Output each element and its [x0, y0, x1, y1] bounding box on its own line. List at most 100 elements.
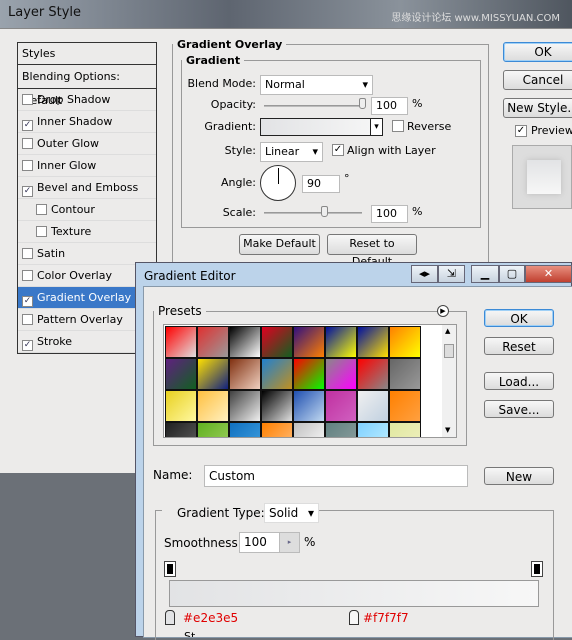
preset-swatch[interactable] [261, 358, 293, 390]
preview-label: Preview [531, 124, 572, 137]
preset-swatch[interactable] [325, 326, 357, 358]
smoothness-arrow-icon[interactable]: ▸ [279, 533, 299, 552]
minimize-button[interactable]: ▁ [471, 265, 499, 283]
opacity-stop-left[interactable] [164, 561, 176, 577]
style-item-texture[interactable]: Texture [18, 221, 156, 243]
ge-ok-button[interactable]: OK [484, 309, 554, 327]
close-button[interactable]: ✕ [525, 265, 572, 283]
style-item-contour[interactable]: Contour [18, 199, 156, 221]
scale-slider[interactable] [264, 212, 362, 214]
style-checkbox[interactable] [22, 248, 33, 259]
style-checkbox[interactable] [22, 138, 33, 149]
style-checkbox[interactable] [22, 94, 33, 105]
preset-swatch[interactable] [229, 422, 261, 437]
scale-input[interactable]: 100 [371, 205, 408, 223]
preset-swatch[interactable] [325, 358, 357, 390]
style-checkbox[interactable] [36, 204, 47, 215]
preset-swatch[interactable] [197, 326, 229, 358]
ge-reset-button[interactable]: Reset [484, 337, 554, 355]
preview-checkbox[interactable]: ✓ [515, 125, 527, 137]
opacity-input[interactable]: 100 [371, 97, 408, 115]
scale-slider-thumb[interactable] [321, 206, 328, 217]
gradient-picker[interactable]: ▾ [260, 118, 383, 136]
style-checkbox[interactable]: ✓ [22, 120, 33, 131]
blending-options[interactable]: Blending Options: Default [18, 65, 156, 107]
angle-dial[interactable] [260, 165, 296, 201]
preset-swatch[interactable] [389, 326, 421, 358]
angle-input[interactable]: 90 [302, 175, 340, 193]
maximize-button[interactable]: ▢ [499, 265, 525, 283]
new-button[interactable]: New [484, 467, 554, 485]
scroll-up-icon[interactable]: ▲ [445, 327, 450, 335]
preset-swatch[interactable] [197, 390, 229, 422]
presets-menu-icon[interactable]: ▶ [437, 305, 449, 317]
styles-header[interactable]: Styles [18, 43, 156, 65]
color-stop-mid[interactable] [349, 610, 359, 625]
preset-swatch[interactable] [165, 422, 197, 437]
presets-scrollbar[interactable]: ▲ ▼ [442, 325, 456, 437]
scroll-down-icon[interactable]: ▼ [445, 426, 450, 434]
dropdown-arrow-icon[interactable]: ▾ [370, 119, 382, 135]
ge-save-button[interactable]: Save... [484, 400, 554, 418]
preset-swatch[interactable] [389, 422, 421, 437]
reverse-checkbox[interactable] [392, 120, 404, 132]
style-checkbox[interactable] [36, 226, 47, 237]
preset-swatch[interactable] [261, 326, 293, 358]
preset-swatch[interactable] [389, 390, 421, 422]
style-checkbox[interactable] [22, 270, 33, 281]
color-stop-left[interactable] [165, 610, 175, 625]
opacity-slider[interactable] [264, 105, 364, 107]
opacity-stop-right[interactable] [531, 561, 543, 577]
preset-swatch[interactable] [325, 390, 357, 422]
preset-swatch[interactable] [325, 422, 357, 437]
name-input[interactable]: Custom [204, 465, 468, 487]
gradient-type-select[interactable]: Solid ▾ [264, 503, 319, 523]
align-checkbox[interactable]: ✓ [332, 144, 344, 156]
style-checkbox[interactable]: ✓ [22, 186, 33, 197]
preset-swatch[interactable] [261, 390, 293, 422]
move-icon[interactable]: ◂▸ [411, 265, 438, 283]
preset-swatch[interactable] [293, 358, 325, 390]
scroll-thumb[interactable] [444, 344, 454, 358]
preset-swatch[interactable] [165, 358, 197, 390]
ok-button[interactable]: OK [503, 42, 572, 62]
style-select[interactable]: Linear ▾ [260, 142, 323, 162]
exit-icon[interactable]: ⇲ [438, 265, 465, 283]
style-item-inner-shadow[interactable]: ✓ Inner Shadow [18, 111, 156, 133]
opacity-slider-thumb[interactable] [359, 98, 366, 109]
smoothness-input[interactable]: 100 ▸ [239, 532, 300, 553]
gradient-bar[interactable] [169, 580, 539, 607]
preset-swatch[interactable] [229, 358, 261, 390]
style-checkbox[interactable] [22, 160, 33, 171]
dropdown-arrow-icon: ▾ [312, 145, 318, 158]
style-checkbox[interactable]: ✓ [22, 296, 33, 307]
ge-load-button[interactable]: Load... [484, 372, 554, 390]
preset-swatch[interactable] [197, 358, 229, 390]
preset-swatch[interactable] [165, 326, 197, 358]
preset-swatch[interactable] [197, 422, 229, 437]
style-checkbox[interactable] [22, 314, 33, 325]
preset-swatch[interactable] [165, 390, 197, 422]
cancel-button[interactable]: Cancel [503, 70, 572, 90]
preset-swatch[interactable] [293, 422, 325, 437]
preset-swatch[interactable] [357, 390, 389, 422]
preset-swatch[interactable] [357, 358, 389, 390]
preset-swatch[interactable] [229, 390, 261, 422]
preset-swatch[interactable] [357, 422, 389, 437]
preset-swatch[interactable] [229, 326, 261, 358]
preset-swatch[interactable] [293, 390, 325, 422]
make-default-button[interactable]: Make Default [239, 234, 320, 255]
style-checkbox[interactable]: ✓ [22, 340, 33, 351]
style-item-inner-glow[interactable]: Inner Glow [18, 155, 156, 177]
preset-swatch[interactable] [389, 358, 421, 390]
style-item-bevel-and-emboss[interactable]: ✓ Bevel and Emboss [18, 177, 156, 199]
preset-swatch[interactable] [357, 326, 389, 358]
preset-swatch[interactable] [261, 422, 293, 437]
reset-to-default-button[interactable]: Reset to Default [327, 234, 417, 268]
preset-swatch[interactable] [293, 326, 325, 358]
style-item-drop-shadow[interactable]: Drop Shadow [18, 89, 156, 111]
blend-mode-select[interactable]: Normal ▾ [260, 75, 373, 95]
style-item-outer-glow[interactable]: Outer Glow [18, 133, 156, 155]
new-style-button[interactable]: New Style... [503, 98, 572, 118]
opacity-percent: % [412, 97, 423, 110]
